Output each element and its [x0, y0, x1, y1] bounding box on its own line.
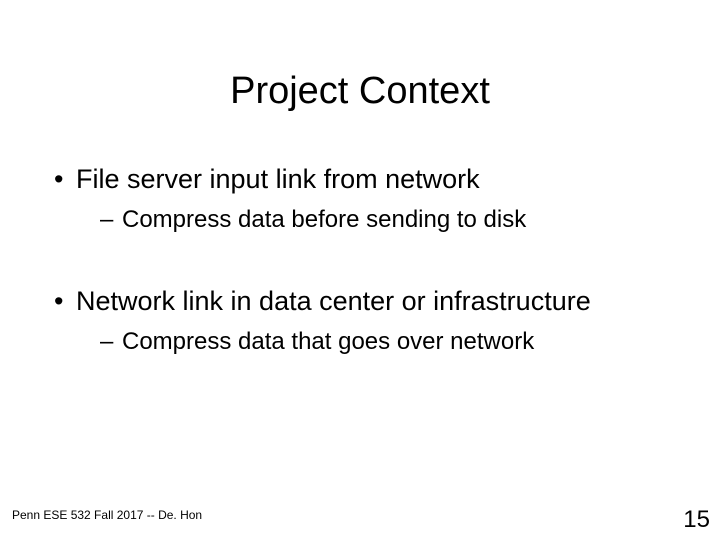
bullet-item: File server input link from network: [54, 163, 670, 197]
slide: Project Context File server input link f…: [0, 0, 720, 540]
page-number: 15: [683, 506, 710, 534]
slide-title: Project Context: [50, 70, 670, 113]
slide-content: File server input link from network Comp…: [50, 163, 670, 357]
bullet-item: Network link in data center or infrastru…: [54, 285, 670, 319]
bullet-sub-item: Compress data before sending to disk: [54, 205, 670, 235]
spacer: [54, 243, 670, 285]
bullet-sub-item: Compress data that goes over network: [54, 327, 670, 357]
slide-footer: Penn ESE 532 Fall 2017 -- De. Hon: [12, 508, 202, 522]
